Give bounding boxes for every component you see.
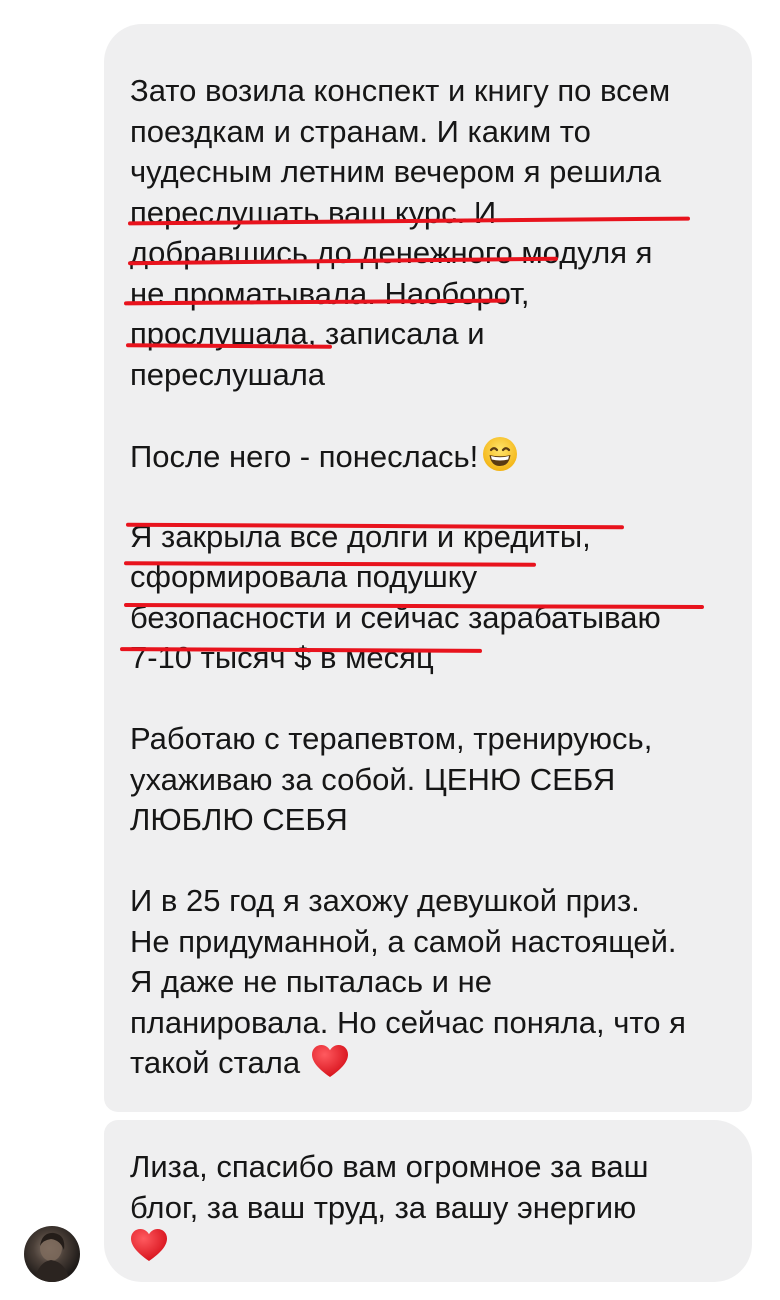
message-line: Я даже не пыталась и не [130,964,492,999]
message-line: переслушала [130,356,326,392]
avatar-photo [34,1232,70,1282]
message-line: ЛЮБЛЮ СЕБЯ [130,802,348,837]
message-line: добравшись до денежного модуля я [130,235,653,270]
grinning-face-emoji [482,436,518,472]
message-line: Зато возила конспект и книгу по всем [130,73,671,108]
message-line-text: После него - понеслась! [130,438,479,474]
message-bubble[interactable]: Лиза, спасибо вам огромное за ваш блог, … [104,1120,752,1282]
message-line: Не придуманной, а самой настоящей. [130,923,677,959]
message-line: поездкам и странам. И каким то [130,113,591,149]
paragraph-thanks: Лиза, спасибо вам огромное за ваш блог, … [130,1147,726,1269]
message-line: планировала. Но сейчас поняла, что я [130,1004,686,1040]
grinning-face-icon [483,436,518,471]
paragraph-debts: Я закрыла все долги и кредиты, сформиров… [130,517,726,679]
message-line [130,1228,726,1269]
message-line: переслушать ваш курс. И [130,194,497,230]
message-line: не проматывала. Наоборот, [130,275,530,311]
paragraph-therapy: Работаю с терапевтом, тренируюсь, ухажив… [130,719,726,841]
heart-icon [131,1229,167,1261]
message-line: И в 25 год я захожу девушкой приз. [130,883,640,918]
red-heart-emoji [311,1044,349,1090]
message-line: прослушала, записала и [130,316,485,351]
heart-icon [311,1045,348,1077]
avatar[interactable] [24,1226,80,1282]
message-line: блог, за ваш труд, за вашу энергию [130,1189,637,1225]
message-line: чудесным летним вечером я решила [130,154,662,189]
message-line: Работаю с терапевтом, тренируюсь, [130,721,653,756]
message-line: ухаживаю за собой. ЦЕНЮ СЕБЯ [130,761,616,797]
paragraph-age: И в 25 год я захожу девушкой приз. Не пр… [130,881,726,1084]
message-line: такой стала [130,1043,726,1084]
red-heart-emoji [130,1228,168,1274]
message-line-text: такой стала [130,1045,301,1080]
message-line: 7-10 тысяч $ в месяц [130,640,434,675]
message-line: Лиза, спасибо вам огромное за ваш [130,1149,649,1184]
message-bubble[interactable]: Зато возила конспект и книгу по всем пое… [104,24,752,1112]
paragraph-after: После него - понеслась! [130,436,726,477]
message-line: После него - понеслась! [130,436,726,477]
